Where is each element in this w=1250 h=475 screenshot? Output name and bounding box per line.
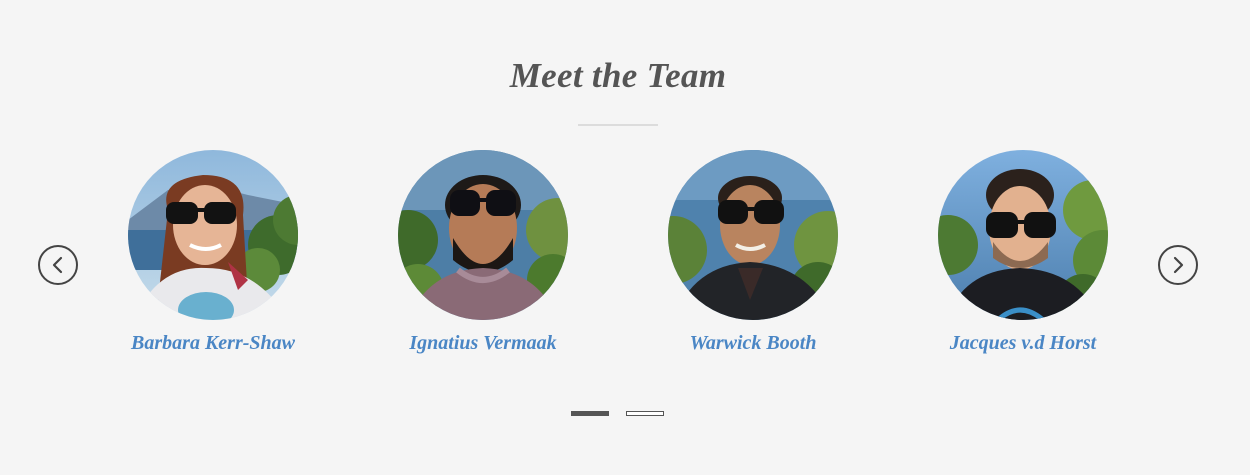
team-member-card: Warwick Booth [633,150,873,370]
member-name-link[interactable]: Ignatius Vermaak [363,332,603,355]
team-member-card: Barbara Kerr-Shaw [93,150,333,370]
member-name-link[interactable]: Warwick Booth [633,332,873,355]
title-divider [578,124,658,126]
team-member-card: Jacques v.d Horst [903,150,1143,370]
team-section: Meet the Team Barbara Kerr-Shaw Ignatius… [0,0,1250,475]
member-photo[interactable] [668,150,838,320]
carousel-page-indicator-2[interactable] [626,411,664,416]
section-title: Meet the Team [509,56,727,95]
chevron-left-icon [52,256,63,274]
carousel-next-button[interactable] [1158,245,1198,285]
carousel-page-indicator-1[interactable] [571,411,609,416]
team-member-card: Ignatius Vermaak [363,150,603,370]
chevron-right-icon [1173,256,1184,274]
member-name-link[interactable]: Jacques v.d Horst [903,332,1143,355]
member-photo[interactable] [938,150,1108,320]
member-name-link[interactable]: Barbara Kerr-Shaw [93,332,333,355]
carousel-prev-button[interactable] [38,245,78,285]
member-photo[interactable] [398,150,568,320]
member-photo[interactable] [128,150,298,320]
